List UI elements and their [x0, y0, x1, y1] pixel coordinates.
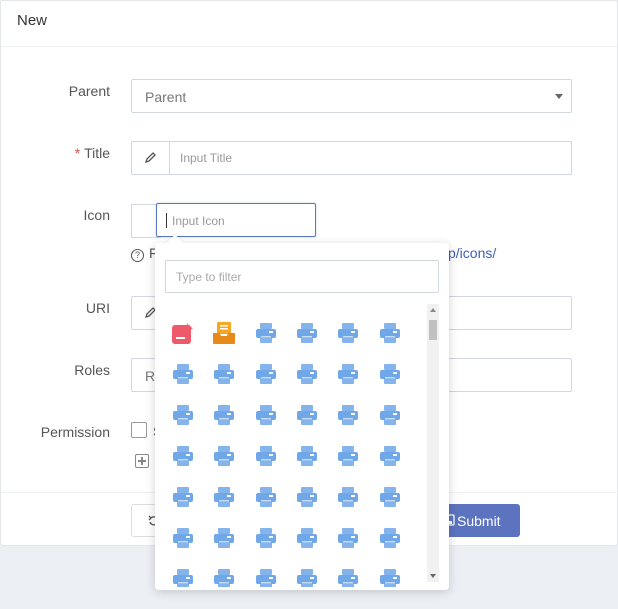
icon-filter-placeholder: Type to filter — [176, 270, 242, 284]
printer-icon[interactable] — [248, 399, 284, 431]
printer-icon[interactable] — [248, 358, 284, 390]
printer-icon[interactable] — [248, 317, 284, 349]
printer-icon[interactable] — [248, 563, 284, 587]
printer-icon[interactable] — [289, 481, 325, 513]
uri-label: URI — [85, 300, 110, 316]
parent-select-value: Parent — [145, 89, 187, 105]
printer-icon[interactable] — [165, 358, 201, 390]
printer-icon[interactable] — [206, 399, 242, 431]
scroll-down-icon[interactable] — [430, 574, 436, 578]
permission-label: Permission — [40, 424, 110, 440]
printer-icon[interactable] — [372, 563, 408, 587]
printer-icon[interactable] — [372, 481, 408, 513]
printer-icon[interactable] — [372, 317, 408, 349]
icon-picker-dropdown: Type to filter — [155, 234, 449, 590]
printer-icon[interactable] — [165, 440, 201, 472]
printer-icon[interactable] — [289, 522, 325, 554]
icon-label: Icon — [83, 207, 110, 223]
page-title: New — [1, 1, 617, 47]
roles-label: Roles — [74, 362, 110, 378]
scrollbar-thumb[interactable] — [429, 320, 437, 340]
permission-checkbox[interactable] — [131, 422, 147, 438]
printer-icon[interactable] — [206, 358, 242, 390]
icon-grid-scrollbar[interactable] — [427, 304, 439, 582]
question-circle-icon: ? — [131, 249, 144, 262]
printer-icon[interactable] — [330, 317, 366, 349]
chevron-down-icon — [555, 94, 563, 99]
printer-icon[interactable] — [289, 317, 325, 349]
printer-icon[interactable] — [289, 358, 325, 390]
printer-icon[interactable] — [206, 481, 242, 513]
printer-icon[interactable] — [206, 522, 242, 554]
title-placeholder: Input Title — [180, 151, 233, 165]
parent-select[interactable]: Parent — [131, 79, 572, 113]
printer-icon[interactable] — [330, 522, 366, 554]
add-permission-icon[interactable] — [135, 454, 149, 468]
icon-filter-input[interactable]: Type to filter — [165, 260, 439, 293]
printer-icon[interactable] — [330, 481, 366, 513]
printer-icon[interactable] — [330, 440, 366, 472]
title-field[interactable]: Input Title — [131, 141, 572, 175]
pencil-icon — [132, 142, 170, 174]
title-label: * Title — [75, 145, 110, 161]
parent-label: Parent — [68, 83, 110, 99]
printer-icon[interactable] — [330, 358, 366, 390]
scroll-up-icon[interactable] — [430, 308, 436, 312]
printer-icon[interactable] — [248, 522, 284, 554]
title-label-text: Title — [84, 145, 110, 161]
inbox-icon[interactable] — [206, 317, 242, 349]
printer-icon[interactable] — [206, 563, 242, 587]
icon-help-text: ? F — [131, 245, 158, 262]
printer-icon[interactable] — [248, 440, 284, 472]
printer-icon[interactable] — [330, 399, 366, 431]
icon-input[interactable]: Input Icon — [156, 203, 316, 237]
pen-square-icon[interactable] — [165, 317, 201, 349]
icon-help-link[interactable]: p/icons/ — [448, 245, 496, 261]
printer-icon[interactable] — [248, 481, 284, 513]
printer-icon[interactable] — [372, 522, 408, 554]
icon-grid — [165, 317, 420, 587]
printer-icon[interactable] — [206, 440, 242, 472]
printer-icon[interactable] — [165, 563, 201, 587]
printer-icon[interactable] — [372, 358, 408, 390]
printer-icon[interactable] — [165, 399, 201, 431]
printer-icon[interactable] — [165, 481, 201, 513]
icon-input-placeholder: Input Icon — [172, 214, 225, 228]
printer-icon[interactable] — [330, 563, 366, 587]
submit-label: Submit — [457, 513, 501, 529]
printer-icon[interactable] — [289, 399, 325, 431]
printer-icon[interactable] — [165, 522, 201, 554]
printer-icon[interactable] — [372, 399, 408, 431]
printer-icon[interactable] — [289, 440, 325, 472]
required-mark: * — [74, 145, 81, 161]
text-cursor — [166, 213, 167, 228]
printer-icon[interactable] — [372, 440, 408, 472]
printer-icon[interactable] — [289, 563, 325, 587]
